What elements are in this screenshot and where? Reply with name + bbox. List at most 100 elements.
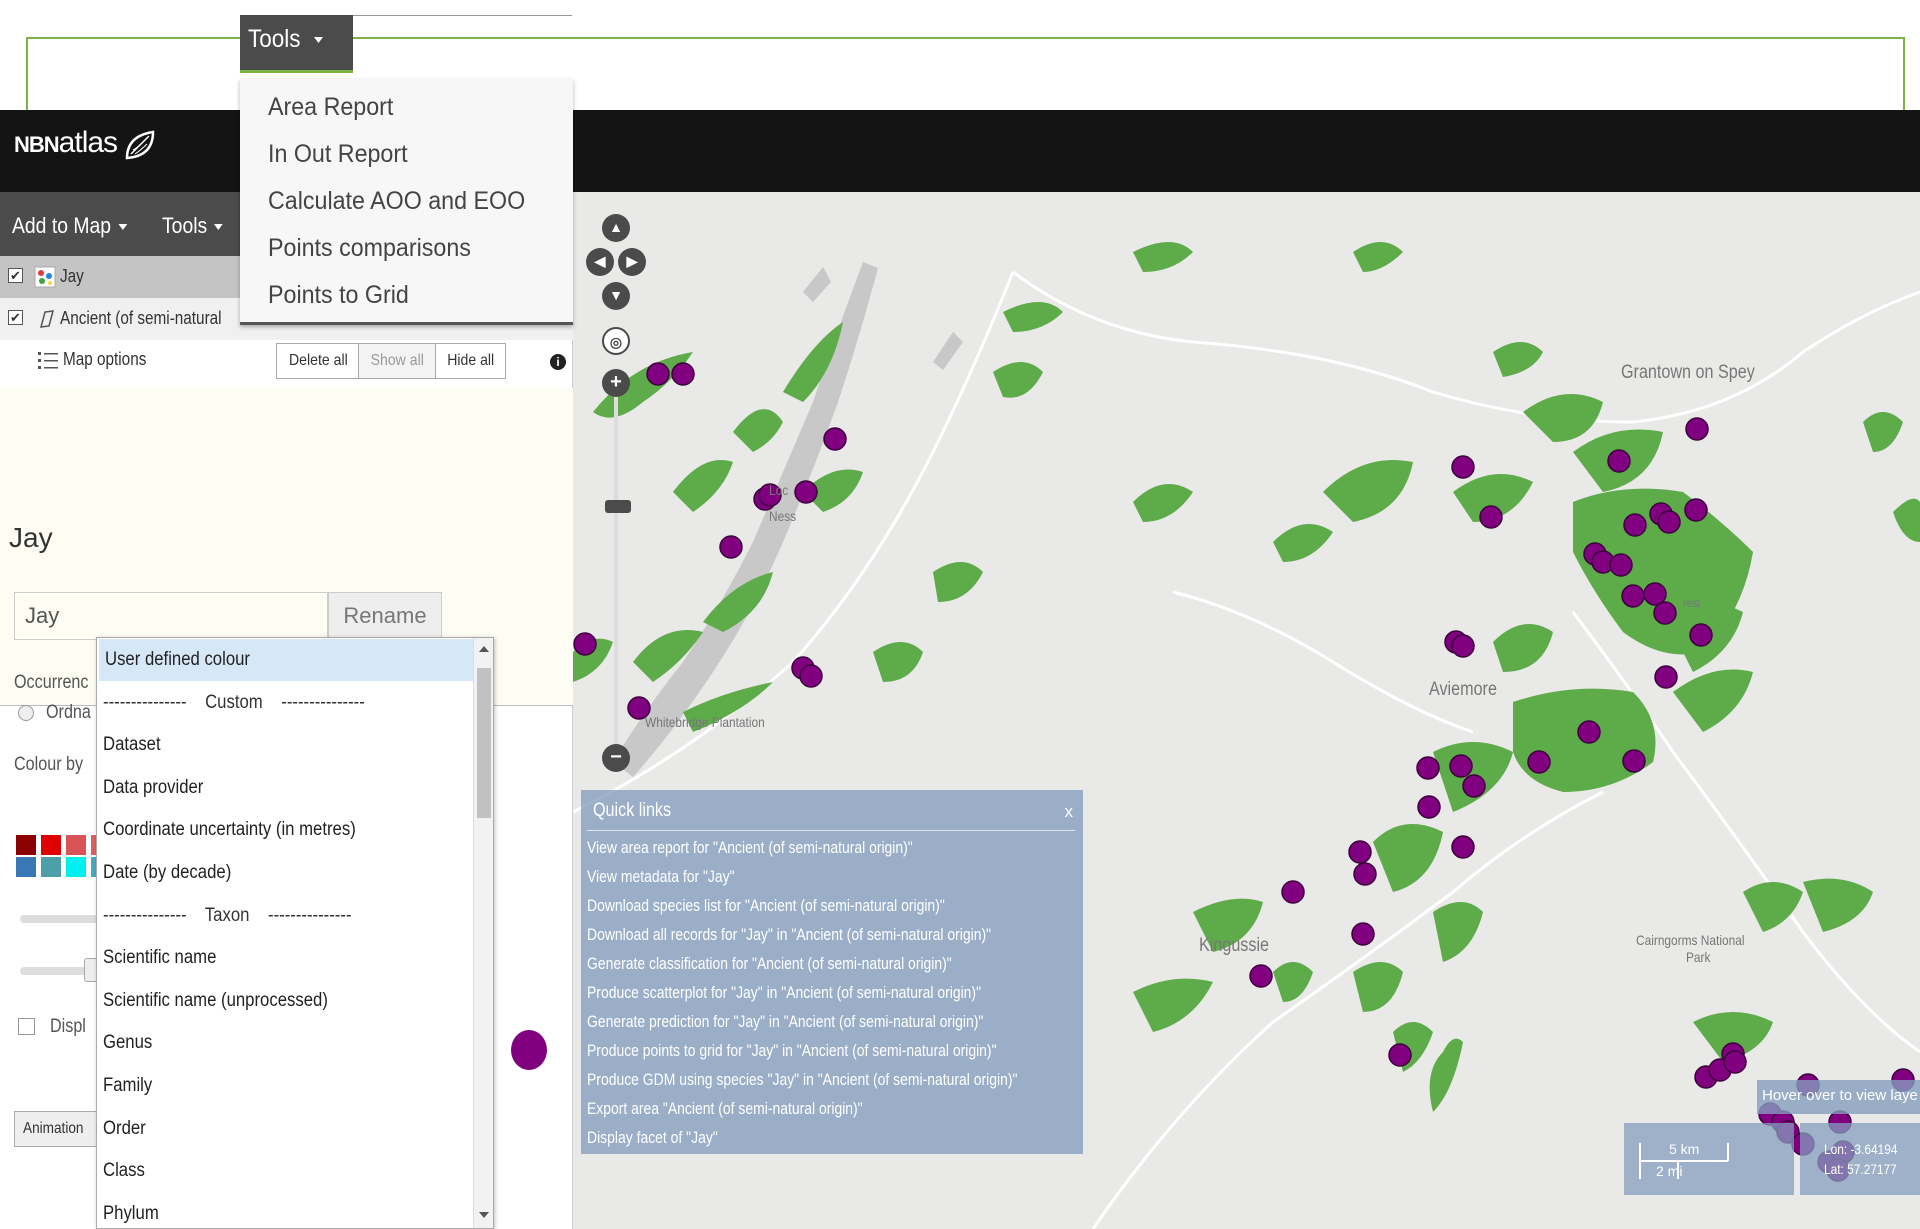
logo-atlas-text: atlas: [58, 126, 118, 159]
swatch[interactable]: [16, 835, 36, 855]
menu-item-aoo-eoo[interactable]: Calculate AOO and EOO: [268, 187, 525, 216]
dropdown-option-label: Coordinate uncertainty (in metres): [103, 819, 356, 841]
delete-all-button[interactable]: Delete all: [276, 343, 361, 379]
hide-all-button[interactable]: Hide all: [435, 343, 507, 379]
colour-by-dropdown-list[interactable]: User defined colour --------------- Custo…: [96, 637, 494, 1229]
zoom-slider-track[interactable]: [614, 394, 618, 764]
quick-link[interactable]: View area report for "Ancient (of semi-n…: [587, 838, 913, 858]
occurrences-label: Occurrenc: [14, 672, 89, 693]
show-all-button[interactable]: Show all: [358, 343, 437, 379]
zoom-out-icon[interactable]: −: [602, 744, 630, 772]
animation-label: Animation: [23, 1120, 84, 1137]
ordnance-radio[interactable]: [18, 705, 34, 721]
map-label-ness: Ness: [769, 508, 797, 524]
quick-link[interactable]: Produce scatterplot for "Jay" in "Ancien…: [587, 983, 981, 1003]
dropdown-option-label: --------------- Taxon ---------------: [103, 904, 352, 926]
quick-link[interactable]: Display facet of "Jay": [587, 1128, 718, 1148]
pan-left-icon[interactable]: ◀: [586, 248, 614, 276]
dropdown-option[interactable]: Class: [97, 1150, 472, 1192]
menu-item-points-comparisons[interactable]: Points comparisons: [268, 234, 471, 263]
display-checkbox[interactable]: [18, 1018, 35, 1035]
scroll-up-icon[interactable]: [479, 646, 489, 652]
pan-right-icon[interactable]: ▶: [618, 248, 646, 276]
dropdown-option[interactable]: User defined colour: [99, 639, 474, 681]
quick-link[interactable]: Download all records for "Jay" in "Ancie…: [587, 925, 991, 945]
add-to-map-label: Add to Map: [12, 213, 112, 238]
water: [803, 267, 831, 302]
dropdown-option[interactable]: Coordinate uncertainty (in metres): [97, 809, 472, 851]
scroll-down-icon[interactable]: [479, 1212, 489, 1218]
ordnance-label: Ordna: [46, 702, 91, 723]
dropdown-option-label: Scientific name: [103, 947, 217, 969]
quick-link[interactable]: Produce points to grid for "Jay" in "Anc…: [587, 1041, 997, 1061]
lat-readout: Lat: 57.27177: [1824, 1161, 1897, 1177]
scale-km: 5 km: [1669, 1141, 1700, 1157]
map-label-grantown: Grantown on Spey: [1621, 362, 1755, 383]
dropdown-option-label: Order: [103, 1117, 146, 1139]
delete-all-label: Delete all: [289, 352, 348, 369]
add-to-map-menu[interactable]: Add to Map: [12, 213, 127, 239]
quick-link[interactable]: View metadata for "Jay": [587, 867, 735, 887]
tools-menu[interactable]: Tools: [162, 213, 224, 239]
chevron-down-icon: [214, 224, 224, 231]
layer-name-input[interactable]: Jay: [14, 592, 328, 640]
dropdown-option[interactable]: Family: [97, 1065, 472, 1107]
dropdown-group-header: --------------- Taxon ---------------: [97, 895, 472, 937]
zoom-slider-handle[interactable]: [605, 500, 631, 513]
quick-link[interactable]: Export area "Ancient (of semi-natural or…: [587, 1099, 863, 1119]
scale-mi: 2 mi: [1656, 1163, 1683, 1179]
swatch[interactable]: [41, 857, 61, 877]
locate-icon[interactable]: ◎: [602, 327, 630, 355]
quick-link[interactable]: Produce GDM using species "Jay" in "Anci…: [587, 1070, 1017, 1090]
menu-item-area-report[interactable]: Area Report: [268, 93, 393, 122]
pan-up-icon[interactable]: ▲: [602, 214, 630, 242]
zoom-in-icon[interactable]: +: [602, 369, 630, 397]
tools-tab-label: Tools: [248, 25, 301, 53]
dropdown-scrollbar[interactable]: [473, 638, 493, 1228]
animation-button[interactable]: Animation: [14, 1111, 100, 1147]
quick-link[interactable]: Download species list for "Ancient (of s…: [587, 896, 945, 916]
divider: [587, 830, 1075, 831]
info-icon[interactable]: i: [550, 354, 566, 370]
quick-link[interactable]: Generate prediction for "Jay" in "Ancien…: [587, 1012, 983, 1032]
pan-down-icon[interactable]: ▼: [602, 282, 630, 310]
logo-nbn-text: NBN: [14, 132, 60, 157]
close-icon[interactable]: x: [1065, 802, 1074, 822]
dropdown-option-label: Family: [103, 1075, 153, 1096]
tools-menu-open[interactable]: Tools: [240, 15, 353, 73]
dropdown-option[interactable]: Genus: [97, 1022, 472, 1064]
map-options-link[interactable]: Map options: [63, 349, 146, 370]
menu-item-points-to-grid[interactable]: Points to Grid: [268, 281, 409, 310]
dropdown-option-label: Phylum: [103, 1202, 159, 1224]
lon-readout: Lon: -3.64194: [1824, 1141, 1898, 1157]
menu-item-in-out-report[interactable]: In Out Report: [268, 140, 408, 169]
quick-links-title: Quick links: [593, 800, 672, 821]
rename-button[interactable]: Rename: [328, 592, 442, 640]
map-label-kingussie: Kingussie: [1199, 935, 1270, 956]
swatch[interactable]: [16, 857, 36, 877]
swatch[interactable]: [66, 835, 86, 855]
map-label-cairngorms-park: Park: [1686, 949, 1711, 965]
nbn-atlas-logo[interactable]: NBNatlas: [14, 126, 157, 162]
size-slider[interactable]: [20, 915, 100, 923]
dropdown-option[interactable]: Order: [97, 1108, 472, 1150]
map-label-whitebridge: Whitebridge Plantation: [645, 714, 765, 730]
tools-label: Tools: [162, 213, 208, 238]
dropdown-option[interactable]: Scientific name: [97, 937, 472, 979]
layer-visibility-checkbox[interactable]: ✔: [8, 310, 23, 325]
layer-label: Jay: [60, 266, 84, 286]
quick-link[interactable]: Generate classification for "Ancient (of…: [587, 954, 952, 974]
dropdown-option[interactable]: Data provider: [97, 767, 472, 809]
swatch[interactable]: [66, 857, 86, 877]
scrollbar-thumb[interactable]: [477, 668, 491, 818]
dropdown-option[interactable]: Dataset: [97, 724, 472, 766]
dropdown-option[interactable]: Scientific name (unprocessed): [97, 980, 472, 1022]
dropdown-option-label: Date (by decade): [103, 862, 232, 883]
dropdown-option[interactable]: Phylum: [97, 1193, 472, 1228]
layer-visibility-checkbox[interactable]: ✔: [8, 268, 23, 283]
dropdown-option[interactable]: Date (by decade): [97, 852, 472, 894]
list-icon: [38, 352, 58, 369]
layer-hover-tip[interactable]: Hover over to view laye: [1757, 1080, 1920, 1114]
dropdown-option-label: User defined colour: [105, 649, 250, 670]
swatch[interactable]: [41, 835, 61, 855]
